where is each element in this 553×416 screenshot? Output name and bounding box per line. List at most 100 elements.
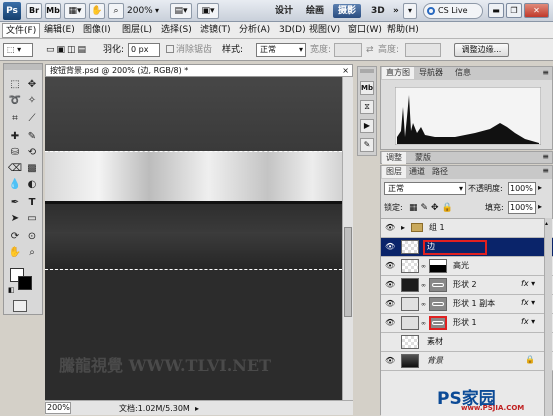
blur-tool-icon[interactable]: 💧 xyxy=(7,178,23,192)
menu-analysis[interactable]: 分析(A) xyxy=(236,23,273,38)
menu-layer[interactable]: 图层(L) xyxy=(119,23,155,38)
refine-edge-button[interactable]: 调整边缘... xyxy=(454,43,509,57)
clone-stamp-tool-icon[interactable]: ⛁ xyxy=(7,146,23,160)
vector-mask-thumbnail[interactable] xyxy=(429,297,447,311)
tab-navigator[interactable]: 导航器 xyxy=(415,67,447,79)
layers-panel-menu-icon[interactable]: ≡ xyxy=(542,166,549,175)
height-input[interactable] xyxy=(405,43,441,57)
type-tool-icon[interactable]: T xyxy=(24,196,40,210)
pen-tool-icon[interactable]: ✒ xyxy=(7,196,23,210)
healing-brush-tool-icon[interactable]: ✚ xyxy=(7,130,23,144)
cs-live-button[interactable]: CS Live xyxy=(423,3,483,19)
vector-mask-thumbnail[interactable] xyxy=(429,278,447,292)
layer-row-edge[interactable]: 👁 边 xyxy=(381,238,553,257)
visibility-eye-icon[interactable]: 👁 xyxy=(385,357,395,365)
layer-effects-icon[interactable]: fx ▾ xyxy=(521,298,535,307)
history-panel-icon[interactable]: ⧖ xyxy=(360,100,374,114)
menu-view[interactable]: 视图(V) xyxy=(306,23,343,38)
history-brush-tool-icon[interactable]: ⟲ xyxy=(24,146,40,160)
marquee-tool-icon[interactable]: ⬚ xyxy=(7,78,23,92)
dodge-tool-icon[interactable]: ◐ xyxy=(24,178,40,192)
quick-selection-tool-icon[interactable]: ✧ xyxy=(24,94,40,108)
blend-mode-select[interactable]: 正常 ▾ xyxy=(384,182,466,195)
layer-effects-icon[interactable]: fx ▾ xyxy=(521,317,535,326)
layer-row-shape-1[interactable]: 👁 ∞ 形状 1 fx ▾ xyxy=(381,314,553,333)
lock-icons[interactable]: ▦✎✥🔒 xyxy=(409,202,456,214)
shape-tool-icon[interactable]: ▭ xyxy=(24,212,40,226)
tab-channels[interactable]: 通道 xyxy=(405,166,429,178)
view-extras-icon[interactable]: ▦▾ xyxy=(64,3,86,19)
hand-tool-icon[interactable]: ✋ xyxy=(7,246,23,260)
layer-row-shape-2[interactable]: 👁 ∞ 形状 2 fx ▾ xyxy=(381,276,553,295)
background-color-swatch[interactable] xyxy=(18,276,32,290)
visibility-eye-icon[interactable]: 👁 xyxy=(385,300,395,308)
visibility-eye-icon[interactable]: 👁 xyxy=(385,262,395,270)
hand-icon[interactable]: ✋ xyxy=(89,3,105,19)
opacity-dropdown-icon[interactable]: ▸ xyxy=(538,183,542,192)
layer-effects-icon[interactable]: fx ▾ xyxy=(521,279,535,288)
swap-dimensions-icon[interactable]: ⇄ xyxy=(366,44,374,56)
close-button[interactable]: ✕ xyxy=(524,3,549,18)
chain-link-icon[interactable]: ∞ xyxy=(421,263,426,270)
mini-bridge-icon[interactable]: Mb xyxy=(45,3,61,19)
mini-bridge-panel-icon[interactable]: Mb xyxy=(360,81,374,95)
zoom-dropdown-icon[interactable]: ▾ xyxy=(155,3,159,19)
tab-masks[interactable]: 蒙版 xyxy=(411,152,435,164)
layer-name[interactable]: 边 xyxy=(427,241,435,253)
crop-tool-icon[interactable]: ⌗ xyxy=(7,112,23,126)
3d-orbit-tool-icon[interactable]: ⊙ xyxy=(24,230,40,244)
visibility-eye-icon[interactable]: 👁 xyxy=(385,319,395,327)
vertical-scrollbar[interactable] xyxy=(342,77,353,400)
zoom-icon[interactable]: ⌕ xyxy=(108,3,124,19)
tools-panel-grip[interactable] xyxy=(4,64,42,70)
eraser-tool-icon[interactable]: ⌫ xyxy=(7,162,23,176)
workspace-3d[interactable]: 3D xyxy=(366,4,390,18)
chain-link-icon[interactable]: ∞ xyxy=(421,320,426,327)
zoom-level[interactable]: 200% xyxy=(127,3,153,19)
icon-strip-grip[interactable] xyxy=(360,69,374,73)
quick-mask-icon[interactable] xyxy=(13,300,27,312)
histogram-panel-menu-icon[interactable]: ≡ xyxy=(542,68,549,77)
width-input[interactable] xyxy=(334,43,362,57)
layer-mask-thumbnail[interactable] xyxy=(429,259,447,273)
workspace-more-icon[interactable]: » xyxy=(393,4,399,18)
selection-mode-icons[interactable]: ▭▣◫▤ xyxy=(46,44,88,56)
default-colors-icon[interactable]: ◧ xyxy=(8,286,15,294)
fill-input[interactable]: 100% xyxy=(508,201,536,214)
menu-select[interactable]: 选择(S) xyxy=(158,23,195,38)
menu-help[interactable]: 帮助(H) xyxy=(384,23,422,38)
bridge-icon[interactable]: Br xyxy=(26,3,42,19)
document-tab[interactable]: 按钮背景.psd @ 200% (边, RGB/8) * × xyxy=(45,64,353,77)
status-menu-icon[interactable]: ▸ xyxy=(195,403,199,414)
layer-row-shape-1-copy[interactable]: 👁 ∞ 形状 1 副本 fx ▾ xyxy=(381,295,553,314)
gradient-tool-icon[interactable]: ▩ xyxy=(24,162,40,176)
layer-row-background[interactable]: 👁 背景 🔒 xyxy=(381,352,553,371)
scrollbar-thumb[interactable] xyxy=(344,227,352,317)
style-select[interactable]: 正常 ▾ xyxy=(256,43,306,57)
workspace-menu-icon[interactable]: ▾ xyxy=(403,3,417,19)
tab-adjustments[interactable]: 调整 xyxy=(382,152,406,164)
workspace-painting[interactable]: 绘画 xyxy=(301,4,329,18)
menu-image[interactable]: 图像(I) xyxy=(80,23,114,38)
layers-scrollbar[interactable]: ▴ xyxy=(544,218,552,416)
vector-mask-thumbnail[interactable] xyxy=(429,316,447,330)
expand-group-icon[interactable]: ▸ xyxy=(401,223,405,232)
chain-link-icon[interactable]: ∞ xyxy=(421,282,426,289)
visibility-eye-icon[interactable]: 👁 xyxy=(385,281,395,289)
tool-preset-picker[interactable]: ⬚ ▾ xyxy=(3,43,33,57)
workspace-photography[interactable]: 摄影 xyxy=(333,4,362,18)
status-zoom[interactable]: 200% xyxy=(45,402,71,414)
antialias-checkbox[interactable] xyxy=(166,45,174,53)
close-document-icon[interactable]: × xyxy=(342,65,349,76)
tab-info[interactable]: 信息 xyxy=(451,67,475,79)
arrange-documents-icon[interactable]: ▤▾ xyxy=(170,3,192,19)
tab-histogram[interactable]: 直方图 xyxy=(382,67,414,79)
opacity-input[interactable]: 100% xyxy=(508,182,536,195)
zoom-tool-icon[interactable]: ⌕ xyxy=(24,246,40,260)
screen-mode-icon[interactable]: ▣▾ xyxy=(197,3,219,19)
menu-file[interactable]: 文件(F) xyxy=(2,23,41,38)
layer-row-highlight[interactable]: 👁 ∞ 高光 xyxy=(381,257,553,276)
lasso-tool-icon[interactable]: ➰ xyxy=(7,94,23,108)
menu-3d[interactable]: 3D(D) xyxy=(276,23,309,38)
chain-link-icon[interactable]: ∞ xyxy=(421,301,426,308)
